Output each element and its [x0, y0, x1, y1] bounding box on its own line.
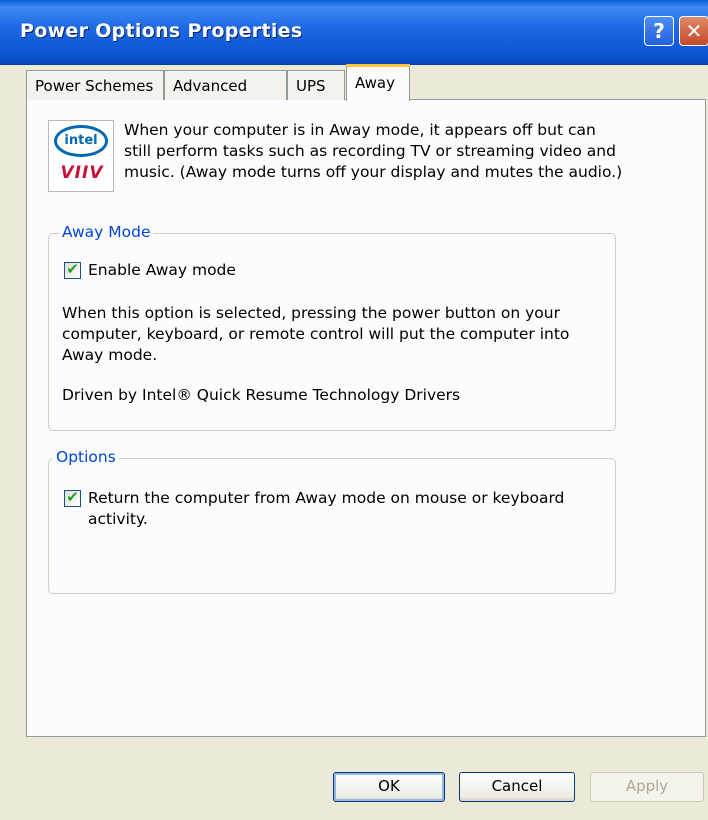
return-on-activity-checkbox[interactable]: ✔: [64, 488, 81, 507]
driven-by-text: Driven by Intel® Quick Resume Technology…: [62, 386, 461, 404]
checkmark-icon: ✔: [66, 260, 79, 278]
away-mode-legend: Away Mode: [59, 223, 154, 241]
help-button[interactable]: ?: [644, 16, 674, 46]
tab-ups[interactable]: UPS: [287, 70, 345, 100]
tab-advanced[interactable]: Advanced: [164, 70, 287, 100]
help-icon: ?: [653, 19, 665, 43]
tab-power-schemes[interactable]: Power Schemes: [26, 70, 164, 100]
close-button[interactable]: ✕: [679, 16, 708, 46]
enable-away-mode-label[interactable]: Enable Away mode: [88, 260, 236, 281]
power-options-dialog: Power Options Properties ? ✕ Power Schem…: [0, 0, 708, 820]
intel-logo-text: intel: [54, 125, 108, 157]
enable-away-mode-checkbox[interactable]: ✔: [64, 260, 81, 279]
title-bar[interactable]: Power Options Properties ? ✕: [0, 0, 708, 65]
viiv-logo-text: VIIV: [60, 163, 104, 183]
checkmark-icon: ✔: [66, 488, 79, 506]
close-icon: ✕: [685, 19, 703, 43]
window-title: Power Options Properties: [20, 20, 303, 42]
away-mode-description: When this option is selected, pressing t…: [62, 304, 570, 364]
return-on-activity-label[interactable]: Return the computer from Away mode on mo…: [88, 488, 588, 530]
intel-viiv-logo: intel VIIV: [48, 120, 114, 192]
away-mode-intro: When your computer is in Away mode, it a…: [124, 121, 623, 181]
tab-away[interactable]: Away: [346, 64, 410, 101]
ok-button[interactable]: OK: [333, 772, 445, 802]
options-legend: Options: [53, 448, 119, 466]
apply-button[interactable]: Apply: [590, 772, 704, 802]
cancel-button[interactable]: Cancel: [459, 772, 575, 802]
